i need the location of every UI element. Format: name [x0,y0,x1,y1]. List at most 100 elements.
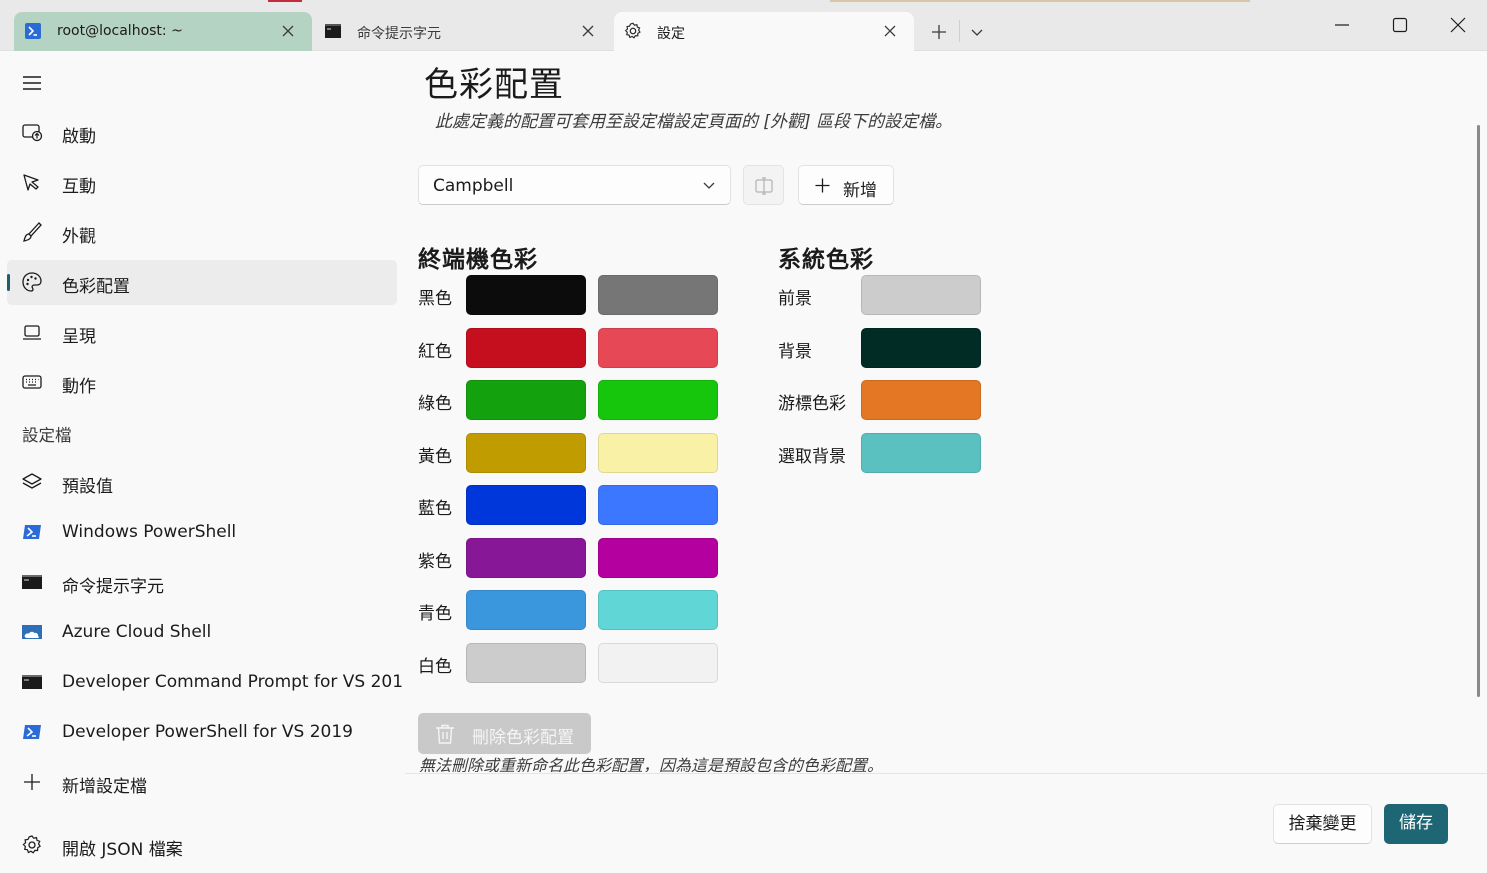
tab-separator [959,20,960,42]
open-json-button[interactable]: 開啟 JSON 檔案 [7,823,397,868]
top-accent-line-2 [830,0,1250,2]
color-swatch-cursor[interactable] [861,380,981,420]
new-tab-button[interactable] [926,19,952,45]
color-swatch-normal[interactable] [466,590,586,630]
terminal-color-row-green: 綠色 [418,380,718,420]
color-swatch-bright[interactable] [598,538,718,578]
sidebar-item-label: 命令提示字元 [62,577,164,597]
profiles-section-header: 設定檔 [22,426,72,445]
color-swatch-normal[interactable] [466,433,586,473]
tab-root-localhost[interactable]: root@localhost: ~ [14,12,312,51]
add-scheme-label: 新增 [843,181,877,201]
color-label: 前景 [778,289,812,309]
delete-scheme-button[interactable]: 刪除色彩配置 [418,713,591,754]
terminal-color-row-cyan: 青色 [418,590,718,630]
palette-icon [22,272,42,292]
system-color-row-cursor: 游標色彩 [778,380,988,420]
layers-icon [22,473,42,489]
close-icon[interactable] [880,21,900,41]
sidebar-item-rendering[interactable]: 呈現 [7,310,397,355]
sidebar-item-label: 啟動 [62,127,96,147]
startup-icon [22,124,43,142]
gear-icon [22,835,41,854]
sidebar-item-label: 新增設定檔 [62,777,147,797]
sidebar-item-azure-cloud-shell[interactable]: Azure Cloud Shell [7,610,397,655]
sidebar-item-label: Azure Cloud Shell [62,622,212,642]
color-label: 背景 [778,342,812,362]
sidebar-item-startup[interactable]: 啟動 [7,110,397,155]
selection-indicator [7,274,10,291]
chevron-down-icon[interactable] [966,19,988,45]
sidebar-item-label: Developer PowerShell for VS 2019 [62,722,353,742]
window-close-button[interactable] [1441,8,1475,42]
color-swatch-bright[interactable] [598,590,718,630]
color-swatch-normal[interactable] [466,380,586,420]
sidebar-item-command-prompt[interactable]: 命令提示字元 [7,560,397,605]
tab-label: 設定 [657,26,685,42]
color-swatch-background[interactable] [861,328,981,368]
sidebar-item-actions[interactable]: 動作 [7,360,397,405]
color-swatch-normal[interactable] [466,328,586,368]
color-swatch-normal[interactable] [466,275,586,315]
hamburger-menu-icon[interactable] [20,71,44,95]
sidebar-item-dev-command-prompt[interactable]: Developer Command Prompt for VS 201 [7,660,403,705]
plus-icon [24,774,40,790]
tab-label: 命令提示字元 [357,26,441,42]
powershell-icon [23,525,41,539]
sidebar-item-label: 外觀 [62,227,96,247]
top-accent-line [268,0,302,2]
tab-command-prompt[interactable]: 命令提示字元 [314,12,612,51]
gear-icon [624,22,641,39]
terminal-color-row-yellow: 黃色 [418,433,718,473]
sidebar-item-label: 預設值 [62,477,113,497]
tab-settings[interactable]: 設定 [614,12,914,51]
sidebar-item-interaction[interactable]: 互動 [7,160,397,205]
powershell-icon [23,725,41,739]
brush-icon [23,222,42,242]
close-icon[interactable] [278,21,298,41]
color-swatch-bright[interactable] [598,275,718,315]
sidebar-item-color-schemes[interactable]: 色彩配置 [7,260,397,305]
color-swatch-bright[interactable] [598,643,718,683]
add-scheme-button[interactable]: 新增 [798,165,894,205]
color-label: 游標色彩 [778,394,846,414]
tab-label: root@localhost: ~ [57,23,183,39]
color-label: 紅色 [418,342,452,362]
system-color-row-selection: 選取背景 [778,433,988,473]
color-swatch-bright[interactable] [598,433,718,473]
color-scheme-dropdown[interactable]: Campbell [418,165,731,205]
page-description: 此處定義的配置可套用至設定檔設定頁面的 [外觀] 區段下的設定檔。 [435,112,953,132]
system-color-row-background: 背景 [778,328,988,368]
interaction-icon [23,174,39,191]
color-swatch-normal[interactable] [466,643,586,683]
scrollbar[interactable] [1477,125,1480,697]
cmd-icon [22,575,42,589]
maximize-button[interactable] [1383,8,1417,42]
sidebar: 啟動 互動 外觀 色彩配置 呈現 動作 設定檔 預設值 Windows Powe… [0,51,405,873]
minimize-button[interactable] [1325,8,1359,42]
sidebar-item-defaults[interactable]: 預設值 [7,460,397,505]
color-label: 黑色 [418,289,452,309]
color-swatch-foreground[interactable] [861,275,981,315]
system-color-row-foreground: 前景 [778,275,988,315]
sidebar-item-windows-powershell[interactable]: Windows PowerShell [7,510,397,555]
color-swatch-bright[interactable] [598,485,718,525]
color-swatch-normal[interactable] [466,538,586,578]
color-swatch-selection-background[interactable] [861,433,981,473]
color-swatch-bright[interactable] [598,328,718,368]
discard-changes-button[interactable]: 捨棄變更 [1273,804,1372,844]
color-swatch-bright[interactable] [598,380,718,420]
close-icon[interactable] [578,21,598,41]
color-swatch-normal[interactable] [466,485,586,525]
sidebar-item-label: 呈現 [62,327,96,347]
sidebar-item-add-profile[interactable]: 新增設定檔 [7,760,397,805]
save-button[interactable]: 儲存 [1384,804,1448,844]
terminal-color-row-purple: 紫色 [418,538,718,578]
delete-scheme-label: 刪除色彩配置 [472,728,574,748]
color-label: 青色 [418,604,452,624]
sidebar-item-dev-powershell[interactable]: Developer PowerShell for VS 2019 [7,710,397,755]
sidebar-item-label: 互動 [62,177,96,197]
rename-scheme-button[interactable] [743,165,784,205]
sidebar-item-appearance[interactable]: 外觀 [7,210,397,255]
cmd-icon [22,675,42,689]
